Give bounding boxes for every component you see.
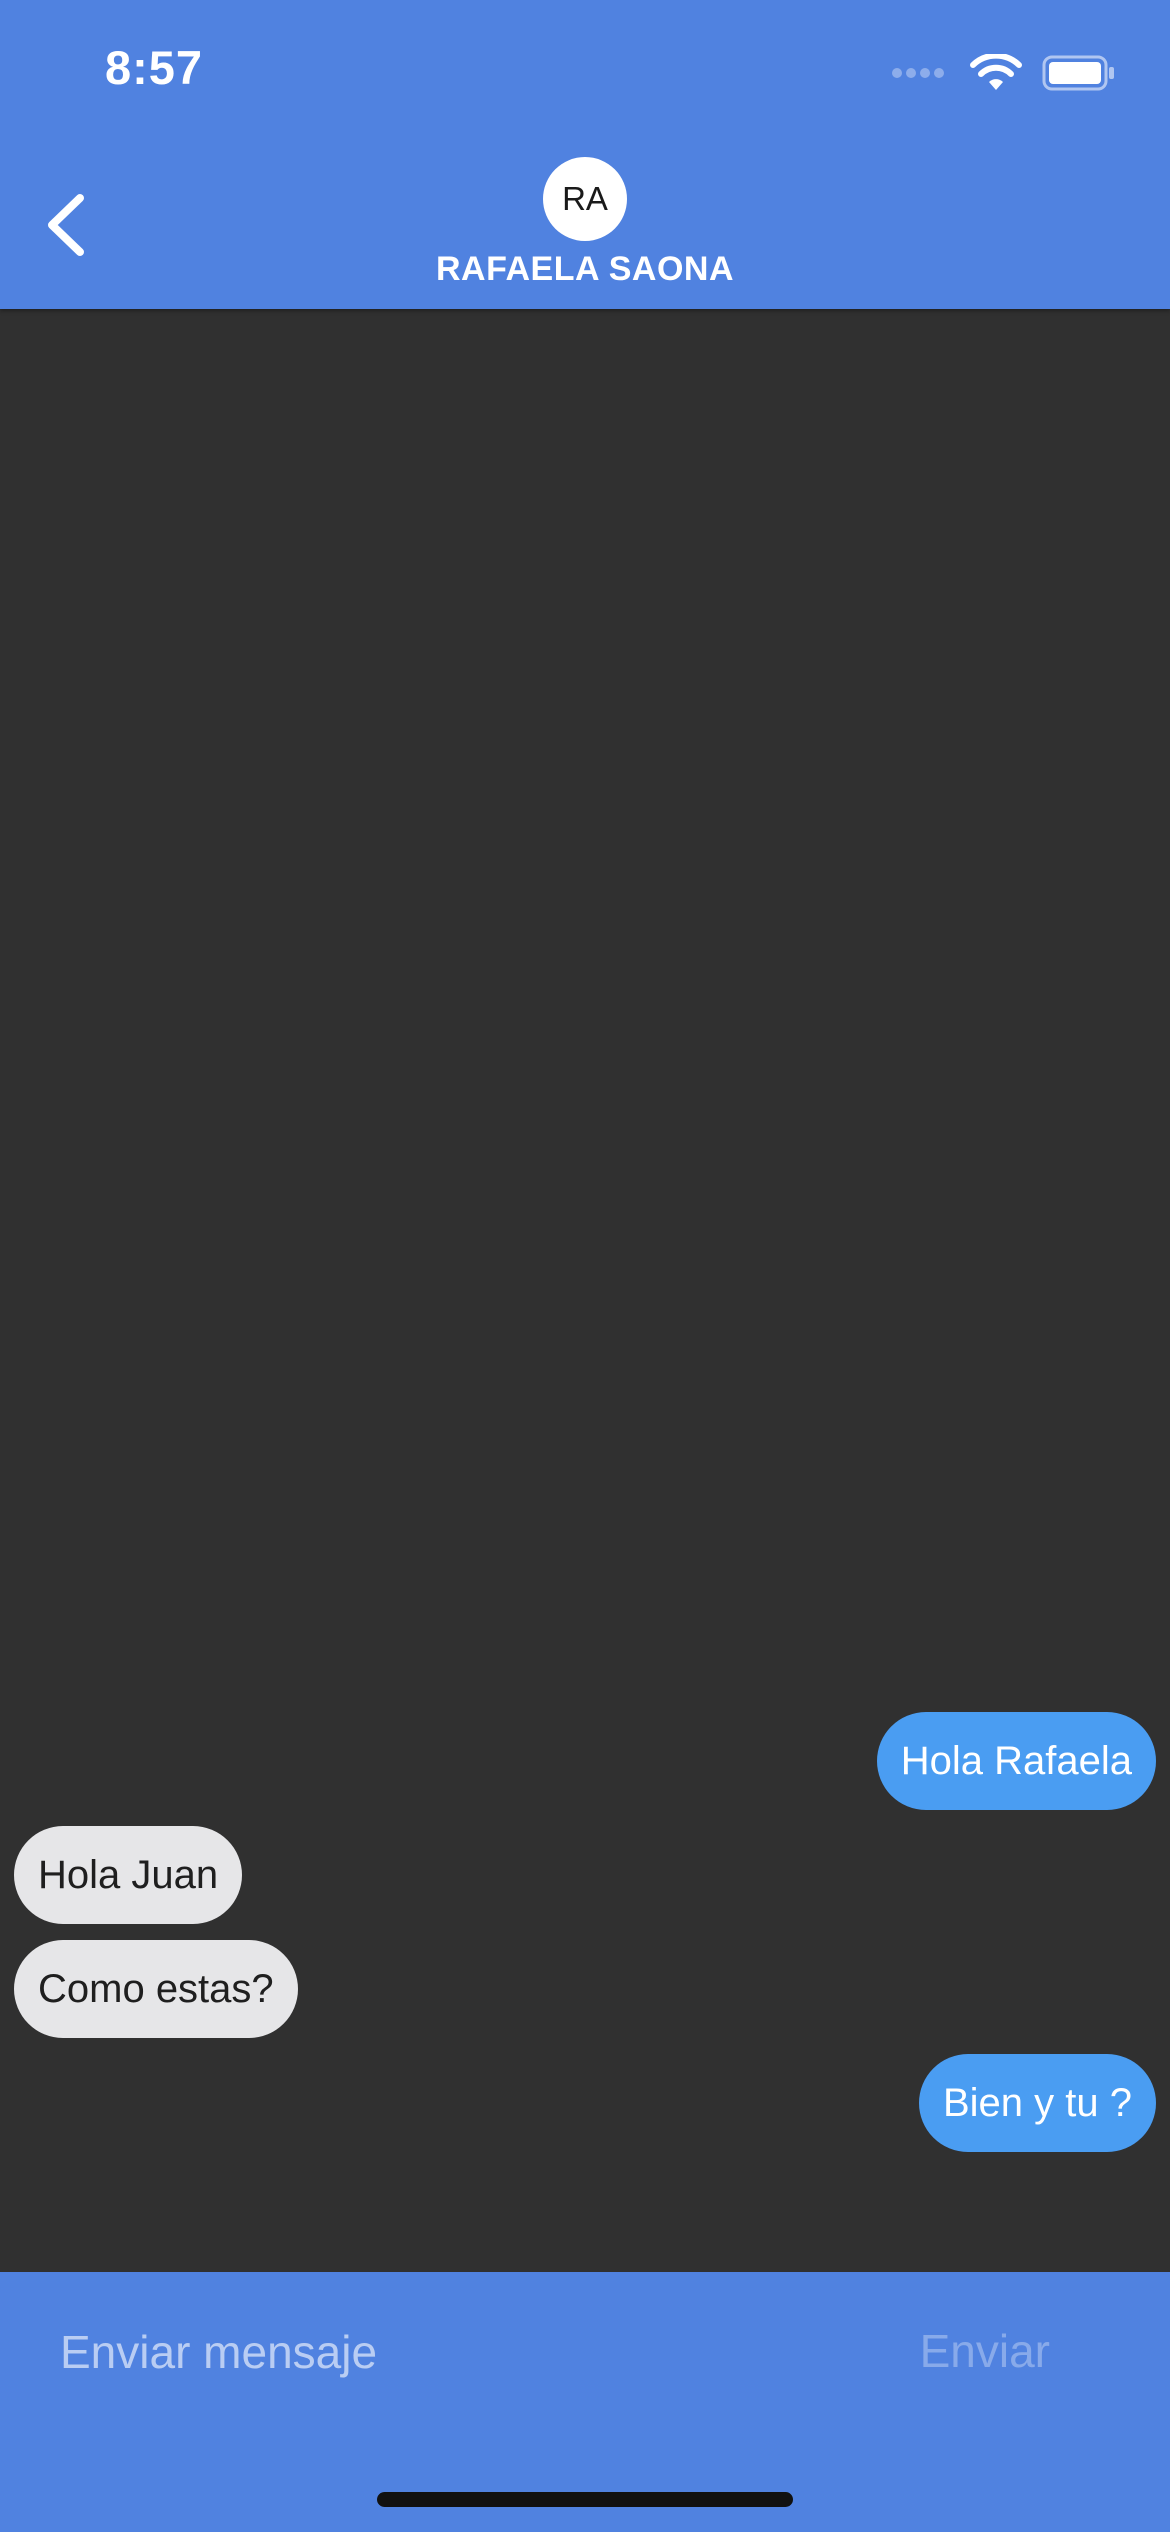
avatar[interactable]: RA [543, 157, 627, 241]
cellular-signal-icon [892, 68, 948, 78]
chat-screen: 8:57 RA RAFAELA SAONA Hola Rafaela Hola … [0, 0, 1170, 2532]
message-bubble-outgoing: Hola Rafaela [876, 1712, 1156, 1810]
wifi-icon [970, 54, 1022, 90]
message-bubble-incoming: Como estas? [14, 1940, 298, 2038]
status-indicators [892, 54, 1116, 92]
battery-icon [1042, 55, 1114, 91]
chevron-left-icon [48, 194, 84, 256]
message-bubble-incoming: Hola Juan [14, 1826, 243, 1924]
contact-name: RAFAELA SAONA [435, 250, 735, 288]
home-indicator[interactable] [377, 2492, 793, 2507]
message-bubble-outgoing: Bien y tu ? [918, 2054, 1156, 2152]
chat-header: 8:57 RA RAFAELA SAONA [0, 0, 1170, 309]
send-button[interactable]: Enviar [920, 2324, 1050, 2378]
composer-bar: Enviar [0, 2272, 1170, 2532]
message-list[interactable]: Hola Rafaela Hola Juan Como estas? Bien … [0, 309, 1170, 2271]
message-input[interactable] [60, 2317, 820, 2387]
status-time: 8:57 [105, 41, 204, 94]
